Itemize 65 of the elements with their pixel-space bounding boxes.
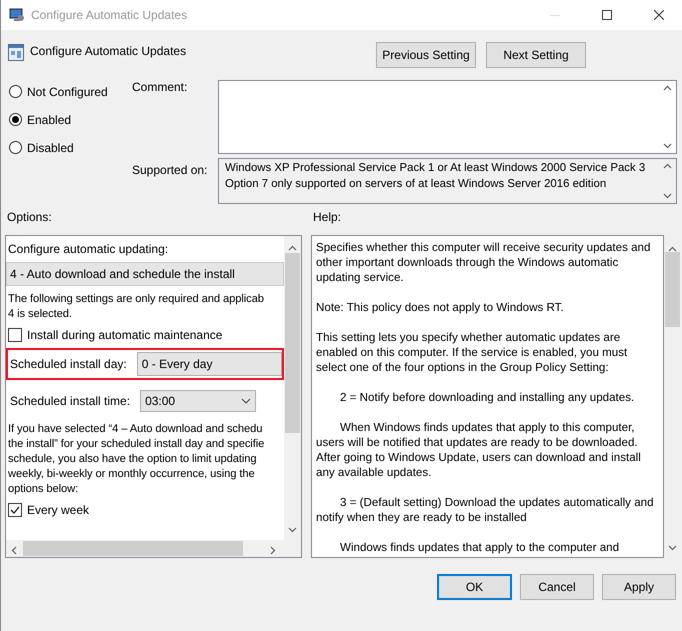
scroll-down-icon[interactable] xyxy=(288,527,297,533)
comment-label: Comment: xyxy=(132,80,188,96)
radio-label: Not Configured xyxy=(27,84,108,98)
scrollbar-thumb[interactable] xyxy=(285,253,300,433)
checkbox-label: Install during automatic maintenance xyxy=(27,328,222,342)
horizontal-scrollbar[interactable] xyxy=(6,540,301,557)
options-label: Options: xyxy=(6,209,53,226)
dropdown-field[interactable]: 03:00 xyxy=(140,390,256,412)
next-setting-button[interactable]: Next Setting xyxy=(486,42,586,68)
radio-button[interactable] xyxy=(9,85,22,98)
policy-title: Configure Automatic Updates xyxy=(30,44,186,58)
scroll-down-icon[interactable] xyxy=(668,545,677,551)
close-icon xyxy=(654,10,664,20)
option-label: Configure automatic updating: xyxy=(8,242,170,256)
comment-field[interactable] xyxy=(218,80,677,154)
computer-icon xyxy=(9,7,25,23)
scroll-up-icon[interactable] xyxy=(288,245,297,251)
option-description-line: the install” for your scheduled install day and specifie xyxy=(8,437,266,452)
dialog-button[interactable]: Apply xyxy=(602,574,676,600)
radio-label: Disabled xyxy=(27,140,74,154)
dropdown-field[interactable]: 4 - Auto download and schedule the install xyxy=(6,262,284,286)
option-description-line: If you have selected “4 – Auto download and schedu xyxy=(8,422,264,437)
radio-label: Enabled xyxy=(27,112,72,126)
minimize-icon xyxy=(550,14,560,16)
caret-icon xyxy=(241,398,252,404)
dialog-button[interactable]: Cancel xyxy=(520,574,594,600)
field-label: Scheduled install time: xyxy=(10,394,130,408)
help-paragraph: Note: This policy does not apply to Windows RT. xyxy=(316,300,565,315)
checkbox-label: Every week xyxy=(27,503,90,517)
checkbox[interactable] xyxy=(8,328,22,342)
supported-on-text: Option 7 only supported on servers of at least Windows Server 2016 edition xyxy=(225,177,606,192)
vertical-scrollbar[interactable] xyxy=(284,236,301,540)
scroll-right-icon[interactable] xyxy=(270,546,276,555)
help-paragraph: 2 = Notify before downloading and installing any updates. xyxy=(339,390,636,405)
help-paragraph: Specifies whether this computer will receive security updates and other important downloads through the Windows automatic updating service. xyxy=(316,240,652,285)
scroll-down-icon[interactable] xyxy=(663,143,672,149)
option-description-line: weekly, bi-weekly or monthly occurrence, using the xyxy=(8,467,256,482)
window-title: Configure Automatic Updates xyxy=(31,8,188,22)
supported-on-text: Windows XP Professional Service Pack 1 or At least Windows 2000 Service Pack 3 xyxy=(225,161,646,176)
radio-button[interactable] xyxy=(9,141,22,154)
radio-button[interactable] xyxy=(9,113,22,126)
policy-icon xyxy=(8,44,24,61)
previous-setting-button[interactable]: Previous Setting xyxy=(376,42,476,68)
checkbox[interactable] xyxy=(8,503,22,517)
option-description-line: 4 is selected. xyxy=(8,307,73,322)
scroll-up-icon[interactable] xyxy=(663,85,672,91)
dialog-button[interactable]: OK xyxy=(437,574,512,600)
scroll-left-icon[interactable] xyxy=(11,546,17,555)
option-description-line: The following settings are only required and applicab xyxy=(8,292,265,307)
scroll-up-icon[interactable] xyxy=(668,246,677,252)
help-paragraph: 3 = (Default setting) Download the updates automatically and notify when they are ready to be installed xyxy=(316,495,655,525)
maximize-icon xyxy=(602,10,612,20)
option-description-line: options below: xyxy=(8,482,80,497)
field-label: Scheduled install day: xyxy=(10,357,127,371)
help-paragraph: Windows finds updates that apply to the computer and xyxy=(339,540,620,555)
supported-on-label: Supported on: xyxy=(132,162,208,179)
input-field[interactable]: 0 - Every day xyxy=(136,352,282,376)
option-description-line: schedule, you also have the option to limit updating xyxy=(8,452,258,467)
help-paragraph: When Windows finds updates that apply to this computer, users will be notified that updates are ready to be downloaded. After going to Windows Update, users can download and install any available updates. xyxy=(316,420,642,480)
help-paragraph: This setting lets you specify whether automatic updates are enabled on this computer. If the service is enabled, you must select one of the four options in the Group Policy Setting: xyxy=(316,330,628,375)
scrollbar-thumb[interactable] xyxy=(23,541,243,556)
scroll-up-icon[interactable] xyxy=(663,163,672,169)
scrollbar-thumb[interactable] xyxy=(665,252,680,327)
scroll-down-icon[interactable] xyxy=(663,193,672,199)
help-label: Help: xyxy=(312,209,342,226)
